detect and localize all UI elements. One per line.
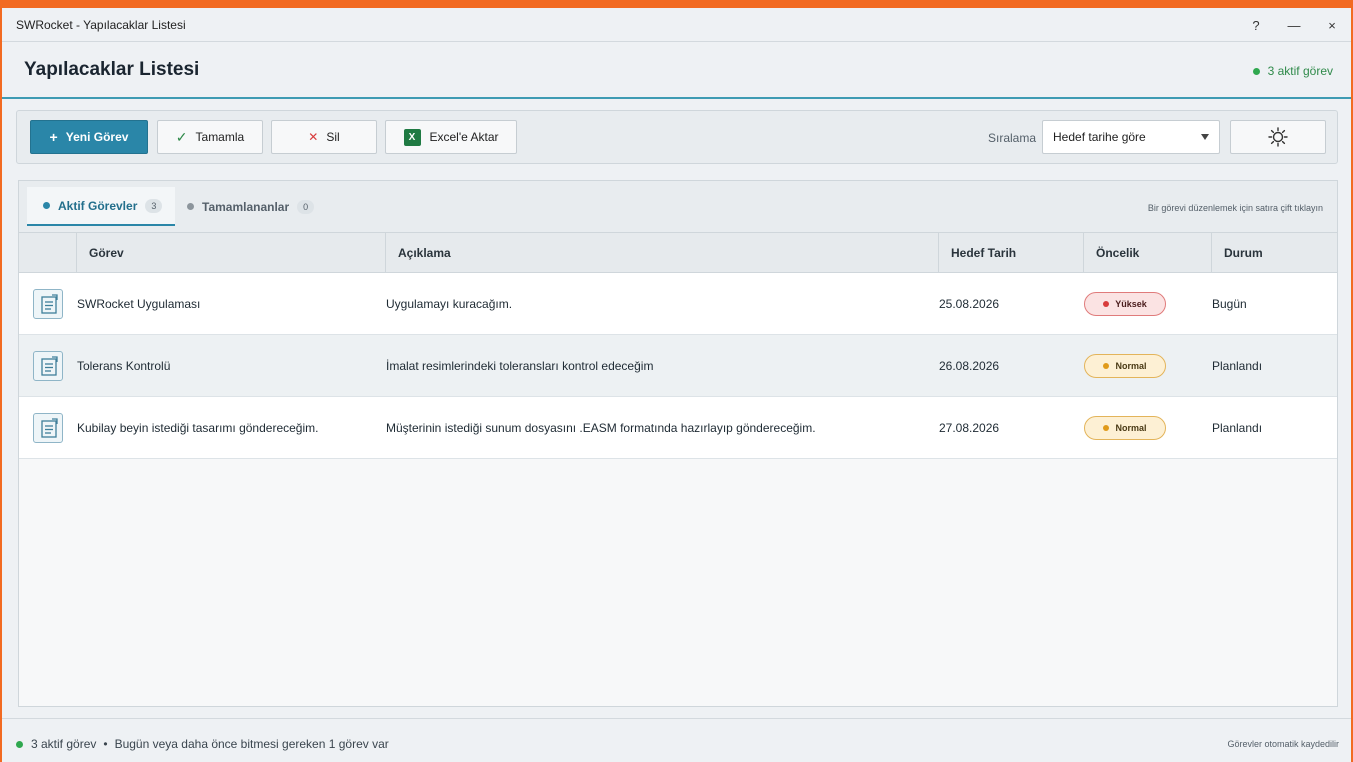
task-name: Kubilay beyin istediği tasarımı gönderec…	[77, 421, 319, 435]
header-active-count-label: 3 aktif görev	[1267, 64, 1333, 78]
task-document-icon	[33, 289, 63, 319]
tab-completed-count: 0	[297, 199, 315, 214]
tab-active-label: Aktif Görevler	[58, 198, 138, 213]
chevron-down-icon	[1201, 134, 1209, 140]
status-dot-icon	[16, 740, 23, 748]
help-button[interactable]: ?	[1237, 8, 1275, 42]
status-bar: 3 aktif görev • Bugün veya daha önce bit…	[2, 718, 1351, 762]
priority-label: Normal	[1115, 361, 1147, 371]
priority-badge: Normal	[1084, 397, 1166, 459]
task-status: Bugün	[1212, 297, 1247, 311]
column-header-description[interactable]: Açıklama	[385, 233, 939, 273]
task-name: SWRocket Uygulaması	[77, 297, 201, 311]
page-header: Yapılacaklar Listesi 3 aktif görev	[2, 42, 1351, 99]
priority-badge: Normal	[1084, 335, 1166, 397]
new-task-label: Yeni Görev	[65, 130, 129, 144]
priority-label: Normal	[1115, 423, 1147, 433]
tab-active-count: 3	[145, 198, 163, 213]
page-title: Yapılacaklar Listesi	[24, 59, 200, 80]
priority-dot-icon	[1103, 301, 1110, 307]
tab-dot-icon	[187, 203, 194, 210]
task-due-date: 27.08.2026	[939, 421, 1000, 435]
toolbar: + Yeni Görev ✓ Tamamla ✕ Sil X Excel'e A…	[16, 110, 1338, 164]
task-description: İmalat resimlerindeki toleransları kontr…	[386, 359, 654, 373]
edit-hint: Bir görevi düzenlemek için satıra çift t…	[1147, 203, 1323, 213]
sort-select-value: Hedef tarihe göre	[1053, 130, 1146, 144]
tab-completed-tasks[interactable]: Tamamlananlar 0	[187, 187, 315, 226]
autosave-note: Görevler otomatik kaydedilir	[1227, 739, 1339, 749]
task-status: Planlandı	[1212, 359, 1263, 373]
minimize-button[interactable]: —	[1275, 8, 1313, 42]
column-header-task[interactable]: Görev	[76, 233, 386, 273]
export-excel-button[interactable]: X Excel'e Aktar	[385, 120, 517, 154]
priority-badge: Yüksek	[1084, 273, 1166, 335]
check-icon: ✓	[175, 128, 188, 145]
tab-dot-icon	[43, 202, 50, 209]
task-description: Uygulamayı kuracağım.	[386, 297, 513, 311]
task-panel: Aktif Görevler 3 Tamamlananlar 0 Bir gör…	[18, 180, 1338, 707]
task-document-icon	[33, 351, 63, 381]
complete-label: Tamamla	[195, 130, 245, 144]
footer-summary: 3 aktif görev • Bugün veya daha önce bit…	[16, 737, 389, 751]
status-dot-icon	[1252, 67, 1260, 75]
delete-button[interactable]: ✕ Sil	[271, 120, 377, 154]
window-controls: ? — ×	[1237, 8, 1351, 42]
x-icon: ✕	[308, 130, 319, 144]
tab-bar: Aktif Görevler 3 Tamamlananlar 0 Bir gör…	[19, 181, 1337, 233]
sort-label: Sıralama	[988, 131, 1037, 145]
table-row[interactable]: Tolerans Kontrolü İmalat resimlerindeki …	[19, 335, 1337, 397]
task-document-icon	[33, 413, 63, 443]
task-name: Tolerans Kontrolü	[77, 359, 171, 373]
window-title: SWRocket - Yapılacaklar Listesi	[16, 17, 186, 32]
plus-icon: +	[49, 129, 58, 145]
table-row[interactable]: Kubilay beyin istediği tasarımı gönderec…	[19, 397, 1337, 459]
footer-separator: •	[103, 737, 108, 751]
column-header-due-date[interactable]: Hedef Tarih	[938, 233, 1084, 273]
excel-icon: X	[403, 128, 421, 146]
new-task-button[interactable]: + Yeni Görev	[30, 120, 148, 154]
export-label: Excel'e Aktar	[429, 130, 499, 144]
task-due-date: 25.08.2026	[939, 297, 1000, 311]
sort-select[interactable]: Hedef tarihe göre	[1042, 120, 1220, 154]
footer-active-count: 3 aktif görev	[31, 737, 97, 751]
column-header-priority[interactable]: Öncelik	[1083, 233, 1212, 273]
tab-active-tasks[interactable]: Aktif Görevler 3	[27, 187, 175, 226]
task-due-date: 26.08.2026	[939, 359, 1000, 373]
header-active-count: 3 aktif görev	[1252, 64, 1333, 78]
task-description: Müşterinin istediği sunum dosyasını .EAS…	[386, 421, 816, 435]
delete-label: Sil	[326, 130, 340, 144]
task-status: Planlandı	[1212, 421, 1263, 435]
priority-dot-icon	[1103, 425, 1110, 431]
close-button[interactable]: ×	[1313, 8, 1351, 42]
footer-due-note: Bugün veya daha önce bitmesi gereken 1 g…	[114, 737, 389, 751]
sun-icon	[1268, 127, 1288, 147]
tab-completed-label: Tamamlananlar	[202, 199, 290, 214]
complete-button[interactable]: ✓ Tamamla	[157, 120, 263, 154]
table-header: Görev Açıklama Hedef Tarih Öncelik Durum	[19, 233, 1337, 273]
priority-label: Yüksek	[1115, 299, 1147, 309]
theme-toggle-button[interactable]	[1230, 120, 1326, 154]
app-window: SWRocket - Yapılacaklar Listesi ? — × Ya…	[0, 0, 1353, 762]
title-bar: SWRocket - Yapılacaklar Listesi ? — ×	[2, 8, 1351, 42]
table-row[interactable]: SWRocket Uygulaması Uygulamayı kuracağım…	[19, 273, 1337, 335]
priority-dot-icon	[1103, 363, 1110, 369]
column-header-status[interactable]: Durum	[1211, 233, 1337, 273]
